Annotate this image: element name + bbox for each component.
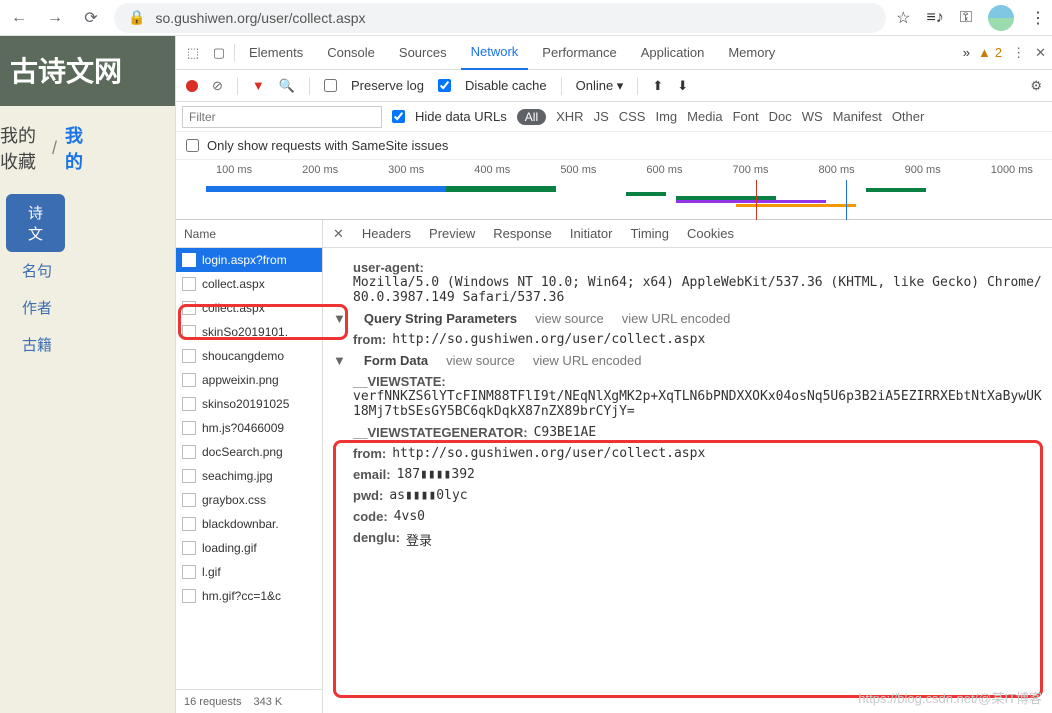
close-detail-icon[interactable]: ✕ [333, 226, 344, 242]
request-row[interactable]: hm.js?0466009 [176, 416, 322, 440]
settings-icon[interactable]: ⚙ [1030, 78, 1042, 94]
preserve-log-checkbox[interactable] [324, 79, 337, 92]
device-icon[interactable]: ▢ [208, 45, 230, 61]
request-row[interactable]: loading.gif [176, 536, 322, 560]
forward-button[interactable]: → [42, 5, 68, 31]
annotation-box [178, 304, 348, 340]
tab-preview[interactable]: Preview [429, 226, 475, 241]
preserve-log-label: Preserve log [351, 78, 424, 93]
view-source-link[interactable]: view source [446, 353, 515, 368]
filter-media[interactable]: Media [687, 109, 722, 124]
request-row[interactable]: skinso20191025 [176, 392, 322, 416]
tab-headers[interactable]: Headers [362, 226, 411, 241]
more-tabs-icon[interactable]: » [963, 45, 970, 60]
filter-row: Hide data URLs All XHR JS CSS Img Media … [176, 102, 1052, 132]
tab-application[interactable]: Application [631, 36, 715, 70]
record-button[interactable] [186, 80, 198, 92]
disable-cache-label: Disable cache [465, 78, 547, 93]
clear-button[interactable]: ⊘ [212, 78, 223, 94]
request-row[interactable]: blackdownbar. [176, 512, 322, 536]
samesite-row: Only show requests with SameSite issues [176, 132, 1052, 160]
watermark: https://blog.csdn.net/@某IT博客 [858, 688, 1042, 707]
annotation-box [333, 440, 1043, 698]
back-button[interactable]: ← [6, 5, 32, 31]
filter-input[interactable] [182, 106, 382, 128]
filter-manifest[interactable]: Manifest [833, 109, 882, 124]
lock-icon: 🔒 [128, 9, 145, 26]
tab-initiator[interactable]: Initiator [570, 226, 613, 241]
breadcrumb: 我的收藏/我的 [0, 106, 91, 182]
tab-zuozhe[interactable]: 作者 [0, 289, 91, 326]
tab-response[interactable]: Response [493, 226, 552, 241]
view-source-link[interactable]: view source [535, 311, 604, 326]
filter-img[interactable]: Img [655, 109, 677, 124]
view-url-encoded-link[interactable]: view URL encoded [533, 353, 642, 368]
tab-mingju[interactable]: 名句 [0, 252, 91, 289]
filter-all[interactable]: All [517, 109, 546, 125]
disable-cache-checkbox[interactable] [438, 79, 451, 92]
upload-icon[interactable]: ⬆ [652, 78, 663, 94]
filter-ws[interactable]: WS [802, 109, 823, 124]
media-icon[interactable]: ≡♪ [926, 9, 943, 27]
request-row[interactable]: seachimg.jpg [176, 464, 322, 488]
request-row[interactable]: appweixin.png [176, 368, 322, 392]
reload-button[interactable]: ⟳ [78, 5, 104, 31]
tab-sources[interactable]: Sources [389, 36, 457, 70]
filter-other[interactable]: Other [892, 109, 925, 124]
browser-toolbar: ← → ⟳ 🔒 so.gushiwen.org/user/collect.asp… [0, 0, 1052, 36]
filter-xhr[interactable]: XHR [556, 109, 583, 124]
request-row[interactable]: l.gif [176, 560, 322, 584]
samesite-checkbox[interactable] [186, 139, 199, 152]
filter-font[interactable]: Font [733, 109, 759, 124]
request-row[interactable]: graybox.css [176, 488, 322, 512]
search-icon[interactable]: 🔍 [279, 78, 295, 94]
tab-console[interactable]: Console [317, 36, 385, 70]
filter-js[interactable]: JS [594, 109, 609, 124]
star-icon[interactable]: ☆ [896, 8, 910, 28]
hide-data-urls-checkbox[interactable] [392, 110, 405, 123]
tab-guji[interactable]: 古籍 [0, 326, 91, 363]
tab-network[interactable]: Network [461, 36, 529, 70]
key-icon[interactable]: ⚿ [960, 9, 972, 27]
filter-icon[interactable]: ▼ [252, 78, 265, 93]
throttling-select[interactable]: Online ▾ [576, 78, 624, 94]
network-toolbar: ⊘ ▼ 🔍 Preserve log Disable cache Online … [176, 70, 1052, 102]
view-url-encoded-link[interactable]: view URL encoded [622, 311, 731, 326]
request-footer: 16 requests 343 K [176, 689, 322, 713]
site-logo[interactable]: 古诗文网 [0, 36, 175, 106]
name-header[interactable]: Name [176, 220, 322, 248]
inspect-icon[interactable]: ⬚ [182, 45, 204, 61]
side-tabs: 诗文 名句 作者 古籍 [0, 194, 91, 363]
filter-css[interactable]: CSS [619, 109, 646, 124]
tab-cookies[interactable]: Cookies [687, 226, 734, 241]
filter-doc[interactable]: Doc [769, 109, 792, 124]
request-row[interactable]: collect.aspx [176, 272, 322, 296]
timeline[interactable]: 100 ms200 ms300 ms400 ms500 ms600 ms700 … [176, 160, 1052, 220]
menu-icon[interactable]: ⋮ [1030, 8, 1046, 28]
warning-badge[interactable]: ▲ 2 [978, 45, 1002, 60]
website-pane: 古诗文网 我的收藏/我的 诗文 名句 作者 古籍 临江 清代: 自别 云压 ♡ [0, 36, 175, 713]
download-icon[interactable]: ⬇ [677, 78, 688, 94]
url-text: so.gushiwen.org/user/collect.aspx [155, 10, 365, 26]
devtools-tabs: ⬚ ▢ Elements Console Sources Network Per… [176, 36, 1052, 70]
devtools-close-icon[interactable]: ✕ [1035, 45, 1046, 61]
request-row[interactable]: docSearch.png [176, 440, 322, 464]
request-row[interactable]: login.aspx?from [176, 248, 322, 272]
profile-avatar[interactable] [988, 5, 1014, 31]
address-bar[interactable]: 🔒 so.gushiwen.org/user/collect.aspx [114, 3, 886, 33]
devtools-menu-icon[interactable]: ⋮ [1012, 45, 1025, 61]
request-row[interactable]: hm.gif?cc=1&c [176, 584, 322, 608]
tab-performance[interactable]: Performance [532, 36, 626, 70]
tab-shiwen[interactable]: 诗文 [6, 194, 65, 252]
tab-elements[interactable]: Elements [239, 36, 313, 70]
tab-memory[interactable]: Memory [718, 36, 785, 70]
request-list: Name login.aspx?from collect.aspx collec… [176, 220, 323, 713]
request-row[interactable]: shoucangdemo [176, 344, 322, 368]
tab-timing[interactable]: Timing [630, 226, 669, 241]
